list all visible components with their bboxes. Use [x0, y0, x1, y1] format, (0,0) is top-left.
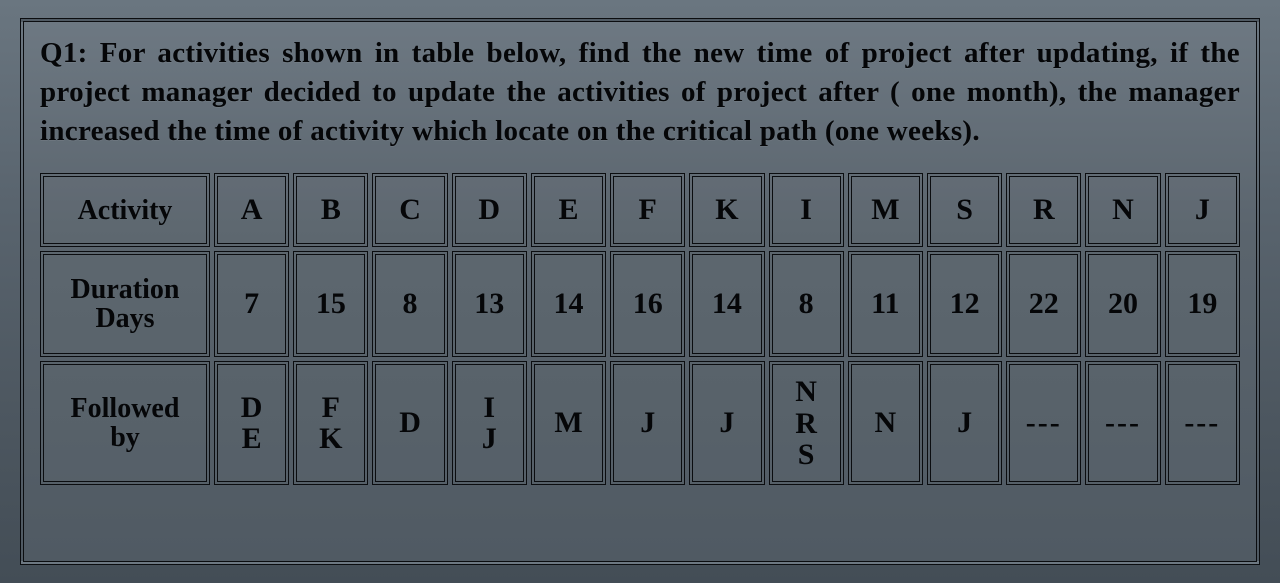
activity-cell: K [689, 173, 764, 247]
followed-cell: J [689, 361, 764, 485]
followed-cell: J [610, 361, 685, 485]
followed-cell: IJ [452, 361, 527, 485]
followed-value: K [299, 423, 362, 455]
question-label: Q1: [40, 37, 88, 69]
duration-cell: 20 [1085, 251, 1160, 357]
followed-value: J [458, 423, 521, 455]
followed-value: E [220, 423, 283, 455]
duration-cell: 13 [452, 251, 527, 357]
row-header-followed: Followed by [40, 361, 210, 485]
duration-cell: 19 [1165, 251, 1240, 357]
duration-cell: 12 [927, 251, 1002, 357]
followed-value: R [775, 408, 838, 440]
followed-cell: N [848, 361, 923, 485]
activity-cell: D [452, 173, 527, 247]
duration-cell: 14 [531, 251, 606, 357]
row-header-activity: Activity [40, 173, 210, 247]
followed-cell: DE [214, 361, 289, 485]
followed-cell: M [531, 361, 606, 485]
followed-value: N [775, 376, 838, 408]
followed-value: F [299, 392, 362, 424]
activity-cell: S [927, 173, 1002, 247]
duration-cell: 7 [214, 251, 289, 357]
activity-cell: J [1165, 173, 1240, 247]
followed-cell: NRS [769, 361, 844, 485]
followed-cell: FK [293, 361, 368, 485]
followed-value: S [775, 439, 838, 471]
duration-cell: 11 [848, 251, 923, 357]
row-followed-by: Followed by DE FK D IJ M J J NRS N J ---… [40, 361, 1240, 485]
activity-cell: M [848, 173, 923, 247]
duration-cell: 15 [293, 251, 368, 357]
activity-table: Activity A B C D E F K I M S R N J Durat… [36, 169, 1244, 489]
page: Q1: For activities shown in table below,… [0, 0, 1280, 583]
followed-cell: J [927, 361, 1002, 485]
document-frame: Q1: For activities shown in table below,… [20, 18, 1260, 565]
duration-cell: 16 [610, 251, 685, 357]
duration-cell: 8 [372, 251, 447, 357]
row-header-duration: Duration Days [40, 251, 210, 357]
question-body: For activities shown in table below, fin… [40, 37, 1240, 147]
activity-cell: B [293, 173, 368, 247]
followed-cell: --- [1085, 361, 1160, 485]
duration-label-l1: Duration [46, 275, 204, 304]
followed-value: I [458, 392, 521, 424]
duration-cell: 22 [1006, 251, 1081, 357]
activity-cell: N [1085, 173, 1160, 247]
followed-label-l1: Followed [46, 394, 204, 423]
followed-cell: D [372, 361, 447, 485]
duration-label-l2: Days [46, 304, 204, 333]
activity-cell: C [372, 173, 447, 247]
followed-cell: --- [1165, 361, 1240, 485]
duration-cell: 14 [689, 251, 764, 357]
activity-cell: R [1006, 173, 1081, 247]
activity-cell: I [769, 173, 844, 247]
row-duration: Duration Days 7 15 8 13 14 16 14 8 11 12… [40, 251, 1240, 357]
question-text: Q1: For activities shown in table below,… [40, 34, 1240, 151]
duration-cell: 8 [769, 251, 844, 357]
followed-cell: --- [1006, 361, 1081, 485]
activity-cell: E [531, 173, 606, 247]
activity-cell: F [610, 173, 685, 247]
row-activity: Activity A B C D E F K I M S R N J [40, 173, 1240, 247]
followed-label-l2: by [46, 423, 204, 452]
activity-cell: A [214, 173, 289, 247]
followed-value: D [220, 392, 283, 424]
